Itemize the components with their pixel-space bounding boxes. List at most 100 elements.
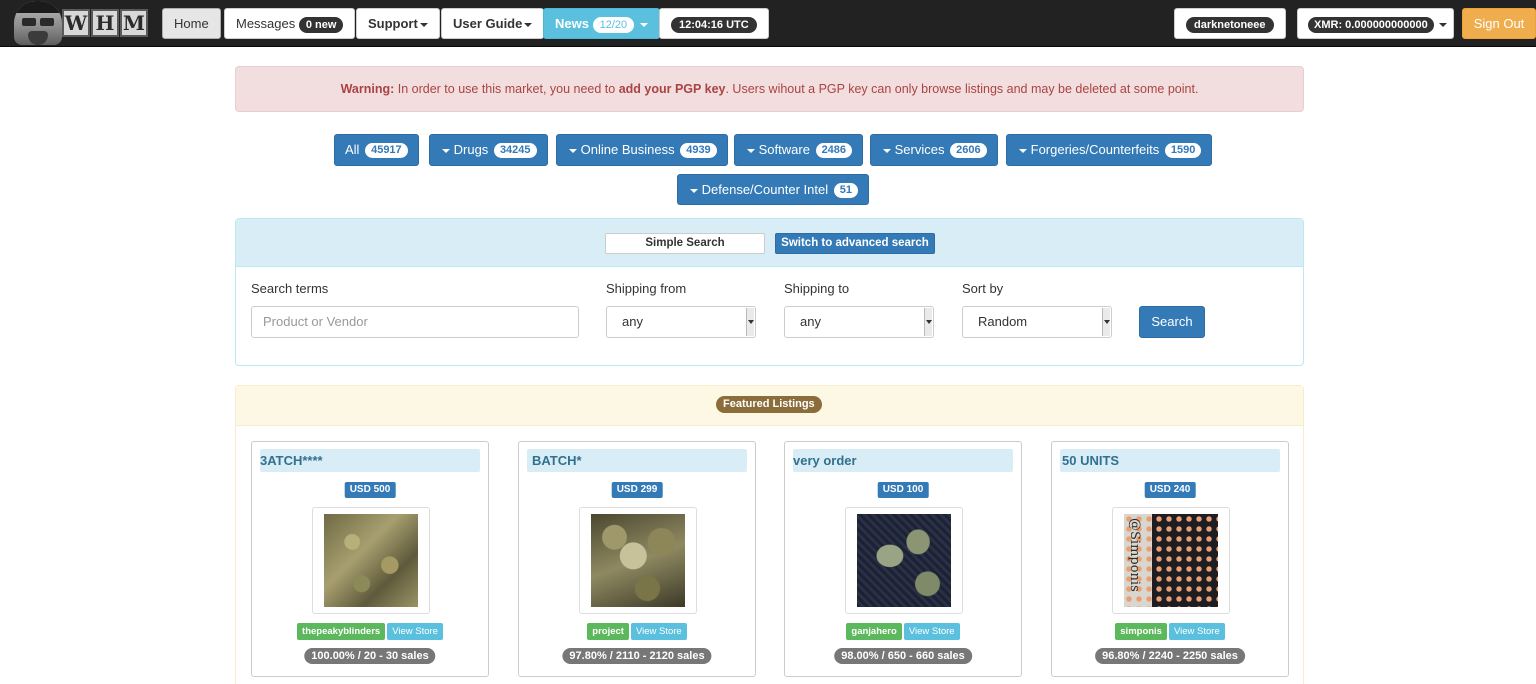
listing-title[interactable]: BATCH* — [527, 449, 747, 472]
category-count: 34245 — [493, 143, 537, 159]
category-label: Drugs — [453, 142, 489, 157]
vendor-link[interactable]: ganjahero — [846, 623, 902, 640]
shipping-to-value: any — [800, 314, 821, 329]
listing-tags: thepeakyblinders View Store — [252, 623, 488, 640]
vendor-stats: 96.80% / 2240 - 2250 sales — [1095, 648, 1245, 664]
category-label: Services — [894, 142, 945, 157]
search-panel-header: Simple Search Switch to advanced search — [236, 219, 1303, 267]
alert-prefix: Warning: — [340, 82, 395, 96]
pgp-warning-alert: Warning: In order to use this market, yo… — [235, 66, 1304, 112]
support-dropdown[interactable]: Support — [356, 8, 440, 39]
vendor-link[interactable]: project — [587, 623, 629, 640]
shipping-to-label: Shipping to — [784, 281, 850, 296]
sign-out-label: Sign Out — [1473, 16, 1525, 31]
clock-badge: 12:04:16 UTC — [671, 16, 757, 33]
logo-letter: W — [62, 9, 90, 37]
view-store-button[interactable]: View Store — [630, 623, 687, 640]
top-navbar: W H M Home Messages 0 new Support User G… — [0, 0, 1536, 47]
chevron-down-icon — [639, 22, 648, 27]
user-dropdown[interactable]: darknetoneee — [1174, 8, 1286, 39]
view-store-button[interactable]: View Store — [903, 623, 960, 640]
listing-thumbnail[interactable] — [312, 507, 430, 614]
listing-card: very order USD 100 ganjahero View Store 9… — [784, 441, 1022, 677]
sort-by-value: Random — [978, 314, 1028, 329]
view-store-button[interactable]: View Store — [1168, 623, 1225, 640]
search-panel: Simple Search Switch to advanced search … — [235, 218, 1304, 366]
category-count: 1590 — [1164, 143, 1202, 159]
chevron-down-icon — [419, 22, 428, 27]
category-count: 2606 — [950, 143, 987, 159]
category-label: Online Business — [580, 142, 675, 157]
shipping-from-value: any — [622, 314, 643, 329]
user-guide-dropdown[interactable]: User Guide — [441, 8, 545, 39]
listing-price: USD 240 — [1144, 482, 1196, 498]
listing-tags: ganjahero View Store — [785, 623, 1021, 640]
listing-thumbnail[interactable] — [579, 507, 697, 614]
news-label: News — [555, 16, 589, 31]
pill-photo-note: @Simponis — [1127, 518, 1142, 592]
category-drugs[interactable]: Drugs 34245 — [429, 134, 548, 166]
home-button[interactable]: Home — [162, 8, 221, 39]
chevron-down-icon — [747, 148, 755, 153]
featured-listings-panel: Featured Listings 3ATCH**** USD 500 thep… — [235, 385, 1304, 684]
balance-badge: XMR: 0.000000000000 — [1308, 16, 1434, 33]
listing-card: 3ATCH**** USD 500 thepeakyblinders View S… — [251, 441, 489, 677]
site-logo[interactable]: W H M — [14, 0, 152, 46]
listing-title[interactable]: very order — [793, 449, 1013, 472]
select-arrow-icon — [1102, 308, 1110, 336]
listing-thumbnail[interactable] — [845, 507, 963, 614]
category-online-business[interactable]: Online Business 4939 — [556, 134, 728, 166]
alert-text: In order to use this market, you need to — [397, 82, 616, 96]
news-badge: 12/20 — [592, 16, 635, 33]
simple-search-button[interactable]: Simple Search — [605, 233, 765, 254]
category-defense[interactable]: Defense/Counter Intel 51 — [677, 174, 869, 205]
home-label: Home — [174, 16, 209, 31]
category-label: All — [345, 142, 360, 157]
messages-label: Messages — [236, 16, 296, 31]
chevron-down-icon — [883, 148, 891, 153]
search-terms-label: Search terms — [251, 281, 329, 296]
category-software[interactable]: Software 2486 — [734, 134, 864, 166]
sort-by-label: Sort by — [962, 281, 1004, 296]
listing-title[interactable]: 3ATCH**** — [260, 449, 480, 472]
support-label: Support — [368, 16, 418, 31]
listing-title[interactable]: 50 UNITS — [1060, 449, 1280, 472]
listing-price: USD 500 — [344, 482, 396, 498]
add-pgp-key-link[interactable]: add your PGP key — [619, 82, 726, 96]
category-label: Defense/Counter Intel — [701, 182, 829, 197]
featured-listings-label: Featured Listings — [716, 396, 822, 413]
shipping-from-select[interactable]: any — [606, 306, 756, 338]
category-services[interactable]: Services 2606 — [870, 134, 998, 166]
logo-letter: H — [91, 9, 119, 37]
chevron-down-icon — [524, 22, 533, 27]
shipping-to-select[interactable]: any — [784, 306, 934, 338]
listing-card: 50 UNITS USD 240 @Simponis simponis View … — [1051, 441, 1289, 677]
shipping-from-label: Shipping from — [606, 281, 687, 296]
listing-price: USD 100 — [877, 482, 929, 498]
category-all[interactable]: All 45917 — [334, 134, 419, 166]
category-forgeries[interactable]: Forgeries/Counterfeits 1590 — [1006, 134, 1213, 166]
chevron-down-icon — [690, 188, 698, 193]
sort-by-select[interactable]: Random — [962, 306, 1112, 338]
news-dropdown[interactable]: News 12/20 — [543, 8, 660, 39]
vendor-stats: 97.80% / 2110 - 2120 sales — [562, 648, 712, 664]
advanced-search-button[interactable]: Switch to advanced search — [775, 233, 935, 254]
category-label: Software — [758, 142, 810, 157]
search-terms-input[interactable]: Product or Vendor — [251, 306, 579, 338]
messages-badge: 0 new — [298, 16, 344, 33]
view-store-button[interactable]: View Store — [387, 623, 443, 640]
search-button[interactable]: Search — [1139, 306, 1205, 338]
listing-image: @Simponis — [1124, 514, 1218, 607]
vendor-link[interactable]: thepeakyblinders — [297, 623, 386, 640]
balance-dropdown[interactable]: XMR: 0.000000000000 — [1297, 8, 1455, 39]
messages-button[interactable]: Messages 0 new — [224, 8, 356, 39]
category-count: 51 — [833, 183, 858, 199]
category-count: 2486 — [815, 143, 853, 159]
listing-image — [857, 514, 951, 607]
listing-thumbnail[interactable]: @Simponis — [1112, 507, 1230, 614]
listing-price: USD 299 — [611, 482, 663, 498]
listing-image — [324, 514, 418, 607]
vendor-link[interactable]: simponis — [1115, 623, 1167, 640]
listing-tags: simponis View Store — [1052, 623, 1288, 640]
sign-out-button[interactable]: Sign Out — [1462, 8, 1536, 39]
